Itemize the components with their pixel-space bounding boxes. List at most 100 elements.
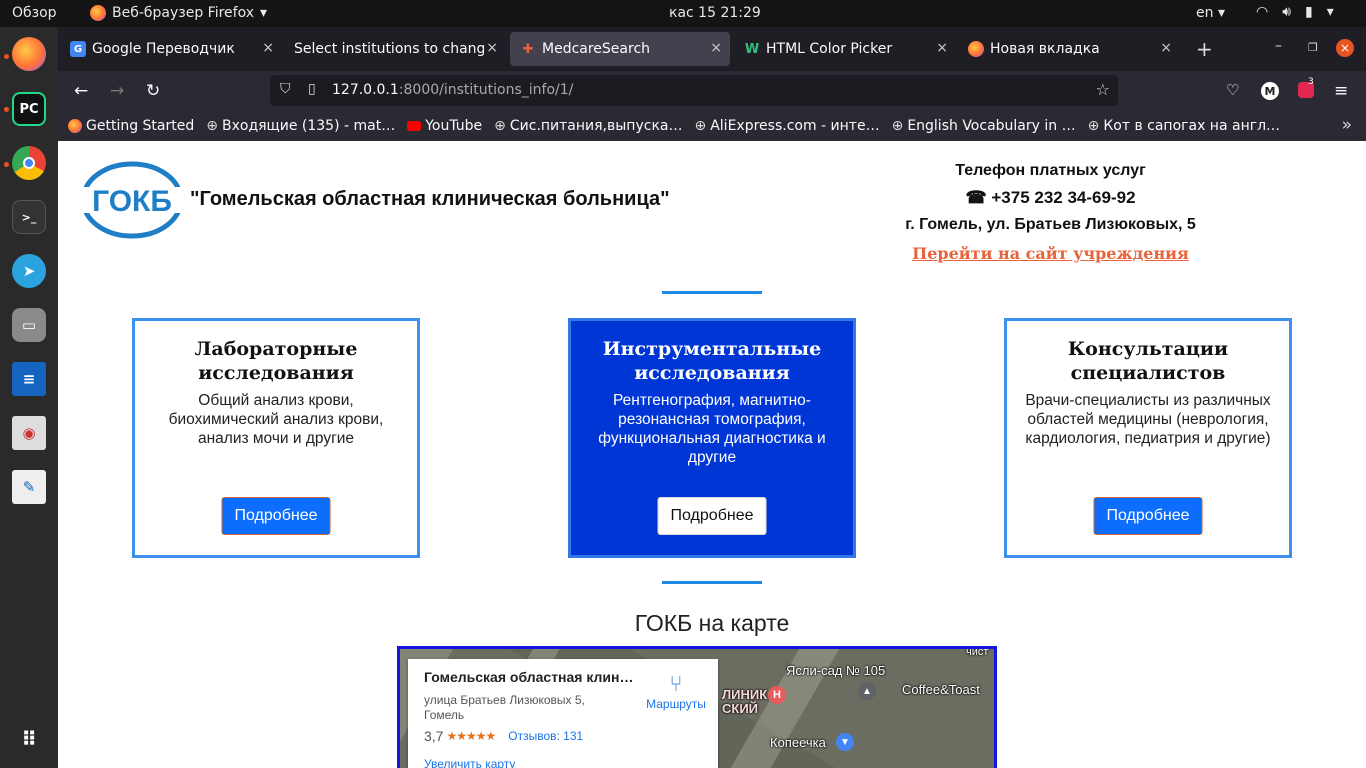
forward-arrow-icon[interactable]: → xyxy=(110,81,124,101)
bookmark-inbox[interactable]: ⊕ Входящие (135) - mat… xyxy=(206,118,395,134)
firefox-icon xyxy=(68,119,82,133)
terminal-icon[interactable]: >_ xyxy=(12,200,46,234)
bookmark-puss-in-boots[interactable]: ⊕ Кот в сапогах на англ… xyxy=(1088,118,1280,134)
reload-icon[interactable]: ↻ xyxy=(146,81,160,101)
logo-text: ГОКБ xyxy=(92,185,172,218)
pocket-icon[interactable]: ♡ xyxy=(1226,81,1239,99)
writer-icon[interactable]: ≡ xyxy=(12,362,46,396)
school-marker-icon[interactable]: ▲ xyxy=(858,682,876,700)
map-label: Ясли-сад № 105 xyxy=(786,663,886,678)
w3schools-icon: W xyxy=(744,41,760,57)
details-button[interactable]: Подробнее xyxy=(657,497,767,535)
directions-icon: ⑂ xyxy=(669,671,683,696)
tab-select-institutions[interactable]: Select institutions to change × xyxy=(284,32,506,66)
details-button[interactable]: Подробнее xyxy=(1093,497,1203,535)
wifi-icon: ◠ xyxy=(1256,4,1269,20)
app-name: Веб-браузер Firefox xyxy=(112,5,255,21)
app-grid-icon[interactable]: ⠿ xyxy=(12,722,46,756)
directions-button[interactable]: ⑂ Маршруты xyxy=(636,671,716,711)
globe-icon: ⊕ xyxy=(694,118,707,134)
firefox-icon xyxy=(968,41,984,57)
firefox-icon[interactable] xyxy=(12,37,46,71)
close-tab-icon[interactable]: × xyxy=(1160,40,1172,56)
map-label: Coffee&Toast xyxy=(902,682,980,697)
minimize-icon[interactable]: – xyxy=(1275,38,1282,54)
hospital-marker-icon[interactable]: H xyxy=(768,686,786,704)
rating-stars-icon: ★★★★★ xyxy=(446,729,496,743)
paid-services-heading: Телефон платных услуг xyxy=(955,162,1146,179)
bookmark-aliexpress[interactable]: ⊕ AliExpress.com - инте… xyxy=(694,118,879,134)
details-button[interactable]: Подробнее xyxy=(221,497,331,535)
enlarge-map-link[interactable]: Увеличить карту xyxy=(424,757,515,768)
maximize-icon[interactable]: ❐ xyxy=(1308,41,1318,54)
keyboard-layout[interactable]: en ▾ xyxy=(1196,5,1225,21)
hospital-logo: ГОКБ xyxy=(80,161,184,239)
close-window-icon[interactable]: × xyxy=(1336,39,1354,57)
new-tab-plus-icon[interactable]: + xyxy=(1196,37,1213,61)
close-tab-icon[interactable]: × xyxy=(486,40,498,56)
navigation-toolbar: ← → ↻ ⛉ ▯ 127.0.0.1:8000/institutions_in… xyxy=(58,71,1366,111)
tab-google-translate[interactable]: G Google Переводчик × xyxy=(60,32,282,66)
institution-name: "Гомельская областная клиническая больни… xyxy=(190,188,670,210)
telegram-icon[interactable]: ➤ xyxy=(12,254,46,288)
account-avatar[interactable]: M xyxy=(1261,82,1279,100)
system-tray[interactable]: ◠ 🔊︎ ▮ ▾ xyxy=(1256,4,1334,20)
map-label: Копеечка xyxy=(770,735,826,750)
contact-block: Телефон платных услуг ☎ +375 232 34-69-9… xyxy=(898,157,1203,267)
running-indicator xyxy=(4,162,9,167)
battery-icon: ▮ xyxy=(1305,4,1313,20)
activities-overview[interactable]: Обзор xyxy=(12,5,57,21)
volume-icon: 🔊︎ xyxy=(1282,4,1292,20)
tab-new-tab[interactable]: Новая вкладка × xyxy=(958,32,1180,66)
document-viewer-icon[interactable]: ◉ xyxy=(12,416,46,450)
close-tab-icon[interactable]: × xyxy=(936,40,948,56)
close-tab-icon[interactable]: × xyxy=(710,40,722,56)
clock[interactable]: кас 15 21:29 xyxy=(669,5,761,21)
address-bar[interactable]: ⛉ ▯ 127.0.0.1:8000/institutions_info/1/ … xyxy=(270,75,1118,106)
page-info-icon[interactable]: ▯ xyxy=(308,81,316,97)
institution-site-link[interactable]: Перейти на сайт учреждения xyxy=(898,240,1203,267)
youtube-icon xyxy=(407,121,422,131)
card-laboratory-tests: Лабораторные исследования Общий анализ к… xyxy=(132,318,420,558)
bookmark-youtube[interactable]: YouTube xyxy=(407,118,482,134)
tab-medcaresearch[interactable]: ✚ MedcareSearch × xyxy=(510,32,730,66)
shop-marker-icon[interactable]: ▼ xyxy=(836,733,854,751)
dock: PC >_ ➤ ▭ ≡ ◉ ✎ ⠿ xyxy=(0,27,58,768)
more-bookmarks-icon[interactable]: » xyxy=(1342,115,1352,135)
chevron-down-icon: ▾ xyxy=(260,5,268,21)
globe-icon: ⊕ xyxy=(1087,118,1100,134)
bookmark-getting-started[interactable]: Getting Started xyxy=(68,118,194,134)
web-page: ГОКБ "Гомельская областная клиническая б… xyxy=(58,141,1366,768)
url-text[interactable]: 127.0.0.1:8000/institutions_info/1/ xyxy=(332,82,573,98)
map-section-title: ГОКБ на карте xyxy=(634,610,790,636)
bookmark-star-icon[interactable]: ☆ xyxy=(1096,80,1110,99)
bookmarks-toolbar: Getting Started ⊕ Входящие (135) - mat… Y… xyxy=(58,111,1366,141)
embedded-map[interactable]: Ясли-сад № 105 Coffee&Toast Копеечка ЛИН… xyxy=(397,646,997,768)
files-icon[interactable]: ▭ xyxy=(12,308,46,342)
chrome-icon[interactable] xyxy=(12,146,46,180)
tab-html-color-picker[interactable]: W HTML Color Picker × xyxy=(734,32,956,66)
place-address: улица Братьев Лизюковых 5, Гомель xyxy=(424,693,585,722)
hamburger-menu-icon[interactable]: ≡ xyxy=(1334,81,1348,101)
bookmark-power-systems[interactable]: ⊕ Сис.питания,выпуска… xyxy=(494,118,682,134)
map-label: СКИЙ xyxy=(722,701,759,716)
phone-icon: ☎ xyxy=(965,188,987,207)
phone-number: ☎ +375 232 34-69-92 xyxy=(965,188,1136,207)
chevron-down-icon: ▾ xyxy=(1326,4,1334,20)
back-arrow-icon[interactable]: ← xyxy=(74,81,88,101)
shield-icon[interactable]: ⛉ xyxy=(280,81,291,97)
system-top-bar: Обзор Веб-браузер Firefox ▾ кас 15 21:29… xyxy=(0,0,1366,27)
map-label: чист xyxy=(966,646,989,658)
reviews-link[interactable]: Отзывов: 131 xyxy=(508,729,583,743)
text-editor-icon[interactable]: ✎ xyxy=(12,470,46,504)
bookmark-english-vocabulary[interactable]: ⊕ English Vocabulary in … xyxy=(892,118,1076,134)
globe-icon: ⊕ xyxy=(494,118,506,134)
section-divider xyxy=(662,291,762,294)
app-menu[interactable]: Веб-браузер Firefox ▾ xyxy=(90,5,267,21)
google-translate-icon: G xyxy=(70,41,86,57)
pycharm-icon[interactable]: PC xyxy=(12,92,46,126)
firefox-icon xyxy=(90,5,106,21)
card-specialist-consultations: Консультации специалистов Врачи-специали… xyxy=(1004,318,1292,558)
close-tab-icon[interactable]: × xyxy=(262,40,274,56)
card-title: Консультации специалистов xyxy=(1067,338,1229,384)
